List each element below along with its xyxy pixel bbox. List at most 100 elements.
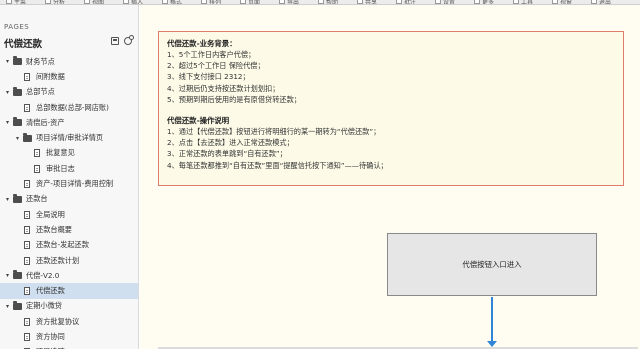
settings-icon[interactable] — [124, 35, 134, 45]
folder-icon — [13, 270, 22, 280]
page-icon — [24, 225, 30, 234]
flow-connector — [491, 297, 493, 343]
pages-sidebar: PAGES 代偿还款 ▾ 财务节点间附数据 ▾ 总部节点总部数据(总部-网店账) ▾ 清偿… — [0, 5, 139, 349]
background-line: 2、超过5个工作日 保险代偿； — [167, 61, 265, 71]
operation-line: 2、点击【去还款】进入正常还款模式； — [167, 138, 294, 148]
tree-item-label: 还款台-发起还款 — [36, 240, 89, 250]
toolbar-item-icon — [123, 0, 129, 4]
tree-item-label: 代偿-V2.0 — [26, 270, 60, 280]
tree-item-label: 财务节点 — [26, 56, 55, 66]
tree-item-label: 代偿还款 — [36, 286, 65, 296]
background-line: 5、预期到期后使用的是有原借贷转还款； — [167, 94, 301, 104]
folder-icon — [13, 193, 22, 203]
toolbar-item-icon — [591, 0, 597, 4]
chevron-down-icon[interactable]: ▾ — [4, 89, 11, 96]
toolbar-item-icon — [240, 0, 246, 4]
page-icon — [24, 287, 30, 296]
tree-page[interactable]: 全局说明 — [0, 207, 138, 222]
tree-page[interactable]: 审批日志 — [0, 161, 138, 176]
folder-icon — [13, 300, 22, 310]
toolbar-item-icon — [162, 0, 168, 4]
tree-item-label: 资产-项目详情-费用控制 — [36, 179, 114, 189]
chevron-down-icon[interactable]: ▾ — [4, 196, 11, 203]
tree-page[interactable]: 还款还款计划 — [0, 253, 138, 268]
tree-page[interactable]: 还款台概要 — [0, 222, 138, 237]
folder-icon — [13, 86, 22, 96]
chevron-down-icon[interactable]: ▾ — [4, 272, 11, 279]
page-icon — [24, 103, 30, 112]
tree-item-label: 还款还款计划 — [36, 255, 80, 265]
background-line: 3、线下支付接口 2312； — [167, 72, 250, 82]
sidebar-actions — [111, 35, 134, 45]
page-icon — [24, 180, 30, 189]
page-icon — [24, 72, 30, 81]
tree-folder[interactable]: ▾ 代偿-V2.0 — [0, 268, 138, 283]
tree-folder[interactable]: ▾ 总部节点 — [0, 85, 138, 100]
toolbar-item-icon — [552, 0, 558, 4]
tree-page[interactable]: 项目追踪 — [0, 345, 138, 349]
tree-item-label: 还款台 — [26, 194, 48, 204]
page-icon — [24, 332, 30, 341]
background-heading: 代偿还款-业务背景： — [167, 39, 237, 48]
toolbar-item-icon — [279, 0, 285, 4]
tree-page[interactable]: 间附数据 — [0, 69, 138, 84]
tree-page[interactable]: 代偿还款 — [0, 283, 138, 299]
tree-folder[interactable]: ▾ 财务节点 — [0, 54, 138, 69]
tree-page[interactable]: 资方协同 — [0, 329, 138, 344]
chevron-down-icon[interactable]: ▾ — [14, 135, 21, 142]
chevron-down-icon[interactable]: ▾ — [4, 303, 11, 310]
tree-item-label: 间附数据 — [36, 71, 65, 81]
page-icon — [34, 164, 40, 173]
toolbar-item-icon — [45, 0, 51, 4]
folder-icon — [23, 132, 32, 142]
tree-page[interactable]: 资方批复协议 — [0, 314, 138, 329]
tree-page[interactable]: 资产-项目详情-费用控制 — [0, 176, 138, 191]
tree-item-label: 项目详情/审批详情页 — [36, 133, 104, 143]
toolbar-item-icon — [6, 0, 12, 4]
document-title: 代偿还款 — [4, 39, 43, 50]
tree-folder[interactable]: ▾ 项目详情/审批详情页 — [0, 130, 138, 145]
toolbar-item-icon — [201, 0, 207, 4]
tree-item-label: 批复意见 — [46, 148, 75, 158]
tree-page[interactable]: 还款台-发起还款 — [0, 238, 138, 253]
tree-item-label: 清偿后-资产 — [26, 117, 65, 127]
background-line: 1、5个工作日内客户代偿； — [167, 50, 256, 59]
toolbar-item-icon — [357, 0, 363, 4]
background-line: 4、过期后仍支持按还款计划划扣； — [167, 83, 280, 93]
tree-folder[interactable]: ▾ 清偿后-资产 — [0, 115, 138, 130]
toolbar-item-icon — [84, 0, 90, 4]
tree-item-label: 总部数据(总部-网店账) — [36, 102, 109, 112]
toolbar-item-icon — [474, 0, 480, 4]
canvas: 代偿还款-业务背景： 1、5个工作日内客户代偿； 2、超过5个工作日 保险代偿；… — [140, 5, 640, 349]
operation-line: 4、每笔还款都推到“自有还款”里面“提醒信托按下通知”——待确认； — [167, 160, 388, 170]
tree-item-label: 审批日志 — [46, 163, 75, 173]
tree-item-label: 还款台概要 — [36, 224, 72, 234]
tree-item-label: 总部节点 — [26, 87, 55, 97]
chevron-down-icon[interactable]: ▾ — [4, 119, 11, 126]
save-icon[interactable] — [111, 37, 119, 45]
tree-folder[interactable]: ▾ 定期小微贷 — [0, 299, 138, 314]
tree-item-label: 定期小微贷 — [26, 301, 62, 311]
toolbar-item-icon — [318, 0, 324, 4]
toolbar-item-icon — [435, 0, 441, 4]
page-icon — [24, 241, 30, 250]
page-tree: ▾ 财务节点间附数据 ▾ 总部节点总部数据(总部-网店账) ▾ 清偿后-资产 ▾ 项目详情/审… — [0, 54, 138, 349]
pages-label: PAGES — [4, 23, 30, 31]
folder-icon — [13, 56, 22, 66]
operation-line: 3、正常还款的表单跳到“自有还款”； — [167, 149, 287, 159]
toolbar-item-icon — [513, 0, 519, 4]
page-icon — [34, 149, 40, 158]
tree-item-label: 资方协同 — [36, 331, 65, 341]
tree-folder[interactable]: ▾ 还款台 — [0, 192, 138, 207]
operation-heading: 代偿还款-操作说明 — [167, 115, 230, 125]
tree-page[interactable]: 批复意见 — [0, 146, 138, 161]
tree-item-label: 全局说明 — [36, 209, 65, 219]
tree-item-label: 资方批复协议 — [36, 316, 80, 326]
tree-page[interactable]: 总部数据(总部-网店账) — [0, 100, 138, 115]
operation-line: 1、通过【代偿还款】按钮进行将明细行的某一期转为“代偿还款”； — [167, 126, 381, 136]
toolbar-item-icon — [396, 0, 402, 4]
notice-panel: 代偿还款-业务背景： 1、5个工作日内客户代偿； 2、超过5个工作日 保险代偿；… — [158, 31, 624, 186]
page-icon — [24, 317, 30, 326]
chevron-down-icon[interactable]: ▾ — [4, 58, 11, 65]
flow-start-box[interactable]: 代偿按钮入口进入 — [387, 233, 597, 296]
